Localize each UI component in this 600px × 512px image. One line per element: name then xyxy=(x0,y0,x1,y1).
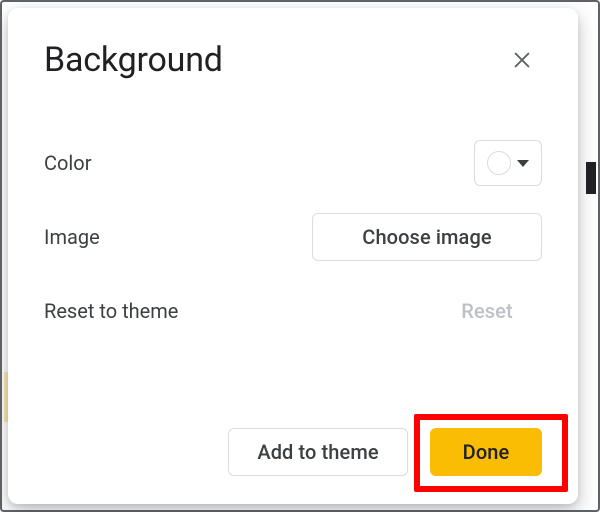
image-row: Image Choose image xyxy=(44,200,542,274)
dialog-header: Background xyxy=(44,40,542,80)
dialog-body: Color Image Choose image Reset to theme … xyxy=(44,126,542,408)
reset-label: Reset to theme xyxy=(44,299,178,323)
color-picker-button[interactable] xyxy=(474,140,542,186)
image-label: Image xyxy=(44,225,100,249)
dialog-title: Background xyxy=(44,40,223,80)
background-dialog: Background Color Image Choose image Rese… xyxy=(8,8,578,504)
choose-image-button[interactable]: Choose image xyxy=(312,213,542,261)
done-button[interactable]: Done xyxy=(430,428,542,476)
close-button[interactable] xyxy=(502,40,542,80)
dialog-actions: Add to theme Done xyxy=(44,428,542,476)
chevron-down-icon xyxy=(517,160,529,167)
reset-row: Reset to theme Reset xyxy=(44,274,542,348)
decorative-stripe xyxy=(586,162,596,194)
reset-button: Reset xyxy=(432,287,542,335)
close-icon xyxy=(511,49,533,71)
color-row: Color xyxy=(44,126,542,200)
add-to-theme-button[interactable]: Add to theme xyxy=(228,428,408,476)
color-label: Color xyxy=(44,151,91,175)
color-swatch xyxy=(487,151,511,175)
